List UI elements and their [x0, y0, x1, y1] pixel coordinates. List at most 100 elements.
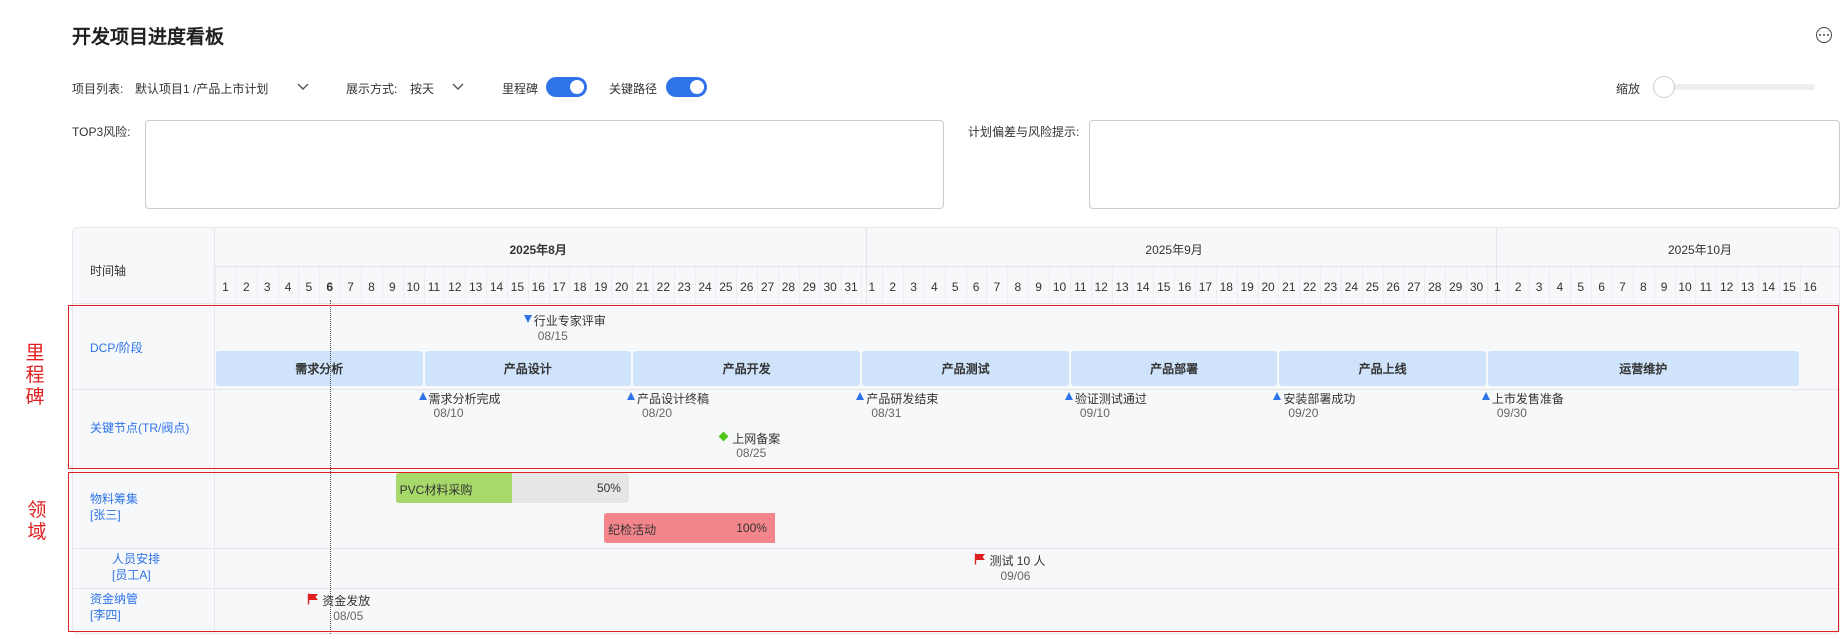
- day-cell: 29: [1448, 280, 1463, 294]
- day-cell: 1: [868, 280, 876, 294]
- day-cell: 9: [1660, 280, 1668, 294]
- day-cell: 8: [368, 280, 375, 294]
- day-cell: 17: [552, 280, 566, 294]
- day-cell: 20: [614, 280, 629, 294]
- day-cell: 9: [388, 280, 396, 294]
- day-cell: 10: [1678, 280, 1692, 294]
- day-cell: 11: [1699, 280, 1713, 294]
- annotation-char: 里: [25, 342, 45, 364]
- critical-path-toggle[interactable]: [666, 77, 707, 97]
- annotation-char: 碑: [25, 386, 45, 408]
- day-cell: 12: [1094, 280, 1108, 294]
- day-cell: 11: [1074, 280, 1087, 294]
- day-cell: 20: [1261, 280, 1275, 294]
- display-mode-label: 展示方式:: [346, 82, 398, 96]
- top3-risk-textarea[interactable]: [145, 120, 944, 209]
- critical-path-toggle-label: 关键路径: [609, 82, 658, 96]
- day-cell: 15: [1157, 280, 1171, 294]
- day-cell: 30: [823, 280, 837, 294]
- day-cell: 12: [1720, 280, 1734, 294]
- annotation-char: 领: [27, 499, 47, 521]
- day-cell: 16: [1803, 280, 1817, 294]
- day-cell: 2: [1514, 280, 1522, 294]
- day-cell: 23: [1323, 280, 1338, 294]
- day-cell: 30: [1469, 280, 1484, 294]
- day-cell: 22: [656, 280, 671, 294]
- day-cell: 26: [1386, 280, 1400, 294]
- chevron-down-icon[interactable]: [295, 78, 311, 94]
- month-label: 2025年8月: [509, 243, 567, 257]
- project-select[interactable]: 默认项目1 /产品上市计划: [135, 80, 268, 97]
- day-cell: 13: [1115, 280, 1129, 294]
- day-cell: 2: [243, 280, 250, 294]
- page-title: 开发项目进度看板: [72, 27, 225, 48]
- day-cell: 14: [1761, 280, 1776, 294]
- day-cell: 1: [222, 280, 229, 294]
- day-cell: 10: [1052, 280, 1067, 294]
- day-cell: 7: [1619, 280, 1626, 294]
- day-cell: 18: [1219, 280, 1233, 294]
- milestone-annotation-text: 里 程 碑: [24, 342, 46, 408]
- day-cell: 3: [910, 280, 917, 294]
- day-cell: 16: [1177, 280, 1192, 294]
- day-cell: 22: [1303, 280, 1317, 294]
- day-cell: 15: [510, 280, 525, 294]
- day-cell: 13: [1740, 280, 1755, 294]
- deviation-label: 计划偏差与风险提示:: [968, 125, 1080, 139]
- day-cell: 21: [1282, 280, 1296, 294]
- day-cell: 5: [951, 280, 959, 294]
- day-cell: 18: [573, 280, 587, 294]
- day-cell: 4: [1556, 280, 1564, 294]
- zoom-slider-track[interactable]: [1660, 84, 1815, 90]
- day-cell: 10: [406, 280, 420, 294]
- day-cell: 27: [1407, 280, 1421, 294]
- day-cell: 8: [1014, 280, 1022, 294]
- day-cell: 29: [802, 280, 816, 294]
- top3-risk-label: TOP3风险:: [72, 125, 131, 139]
- day-cell: 17: [1198, 280, 1213, 294]
- day-cell: 24: [698, 280, 712, 294]
- day-cell: 6: [326, 280, 334, 294]
- zoom-label: 缩放: [1616, 82, 1641, 96]
- chevron-down-icon[interactable]: [450, 78, 466, 94]
- domain-annotation-text: 领 域: [26, 499, 48, 543]
- day-cell: 1: [1494, 280, 1501, 294]
- day-cell: 26: [740, 280, 754, 294]
- day-cell: 7: [347, 280, 354, 294]
- day-cell: 3: [263, 280, 271, 294]
- display-mode-select[interactable]: 按天: [410, 80, 434, 97]
- day-cell: 19: [1240, 280, 1254, 294]
- annotation-char: 域: [27, 521, 47, 543]
- milestone-toggle[interactable]: [546, 77, 587, 97]
- day-cell: 31: [844, 280, 858, 294]
- project-list-label: 项目列表:: [72, 82, 124, 96]
- zoom-slider-handle[interactable]: [1653, 76, 1675, 98]
- day-cell: 2: [889, 280, 897, 294]
- day-cell: 3: [1535, 280, 1543, 294]
- day-cell: 23: [677, 280, 691, 294]
- day-cell: 6: [1598, 280, 1605, 294]
- domain-annotation-box: [68, 472, 1839, 632]
- day-cell: 28: [1428, 280, 1442, 294]
- day-cell: 9: [1035, 280, 1042, 294]
- day-cell: 14: [1136, 280, 1150, 294]
- day-cell: 24: [1344, 280, 1359, 294]
- day-cell: 25: [719, 280, 733, 294]
- header-bottom-divider: [72, 303, 1840, 304]
- more-options-icon[interactable]: [1816, 27, 1832, 43]
- day-cell: 14: [489, 280, 504, 294]
- timeline-axis-label: 时间轴: [90, 264, 127, 278]
- day-cell: 4: [931, 280, 938, 294]
- day-cell: 28: [781, 280, 796, 294]
- day-cell: 21: [635, 280, 650, 294]
- day-cell: 8: [1639, 280, 1647, 294]
- day-cell: 25: [1365, 280, 1379, 294]
- deviation-textarea[interactable]: [1089, 120, 1840, 209]
- month-label: 2025年10月: [1667, 243, 1733, 257]
- day-cell: 7: [993, 280, 1001, 294]
- milestone-annotation-box: [68, 305, 1839, 469]
- day-cell: 15: [1782, 280, 1796, 294]
- day-cell: 5: [1577, 280, 1585, 294]
- day-cell: 5: [305, 280, 313, 294]
- day-cell: 16: [531, 280, 545, 294]
